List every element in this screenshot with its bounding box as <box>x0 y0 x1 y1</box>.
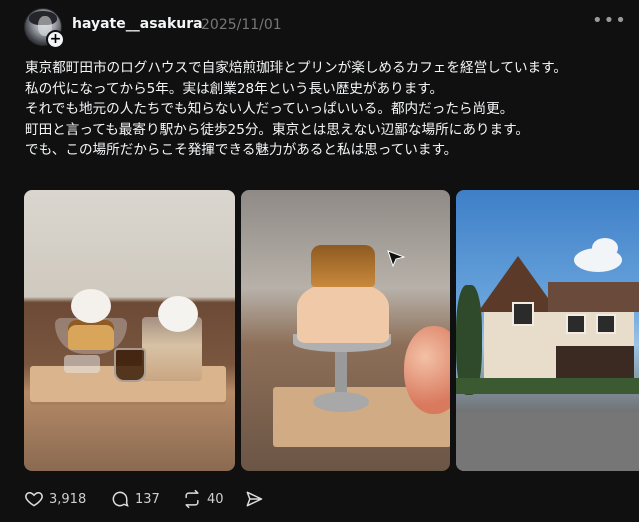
repost-button[interactable]: 40 <box>182 488 224 510</box>
heart-icon <box>25 491 43 507</box>
post-date: 2025/11/01 <box>201 17 282 33</box>
post-text: 東京都町田市のログハウスで自家焙煎珈琲とプリンが楽しめるカフェを経営しています。… <box>25 60 567 158</box>
window-3 <box>596 314 616 334</box>
log-house-cafe-photo[interactable] <box>456 190 639 471</box>
cloud-2 <box>592 238 618 258</box>
peach <box>404 326 450 414</box>
send-icon <box>246 491 263 507</box>
window <box>512 302 534 326</box>
hedge <box>456 378 639 394</box>
ice-cream-scoop <box>71 289 111 323</box>
username[interactable]: hayate__asakura <box>72 16 203 32</box>
repost-icon <box>185 489 199 509</box>
metal-cup-stem <box>335 345 347 395</box>
glass-stand <box>64 355 100 373</box>
pudding <box>68 320 114 350</box>
window-2 <box>566 314 586 334</box>
share-button[interactable] <box>244 488 264 510</box>
like-button[interactable]: 3,918 <box>24 488 86 510</box>
reply-count: 137 <box>135 491 160 507</box>
ice-cream-scoop-2 <box>158 296 198 332</box>
comment-icon <box>112 491 129 507</box>
peach-pudding-photo[interactable] <box>241 190 450 471</box>
syrup-pitcher <box>114 348 146 382</box>
more-options-icon[interactable]: ••• <box>592 10 627 31</box>
pudding-top <box>311 245 375 287</box>
repost-count: 40 <box>207 491 224 507</box>
like-count: 3,918 <box>49 491 87 507</box>
shop-front <box>556 346 634 378</box>
pudding-dessert-photo[interactable] <box>24 190 235 471</box>
house-roof-2 <box>548 282 639 312</box>
metal-cup-base <box>313 392 369 412</box>
peach-dessert <box>297 283 389 343</box>
reply-button[interactable]: 137 <box>110 488 160 510</box>
follow-plus-icon[interactable]: + <box>46 30 65 49</box>
mouse-cursor-icon <box>387 250 405 267</box>
road <box>456 412 639 471</box>
image-carousel[interactable] <box>0 190 639 471</box>
